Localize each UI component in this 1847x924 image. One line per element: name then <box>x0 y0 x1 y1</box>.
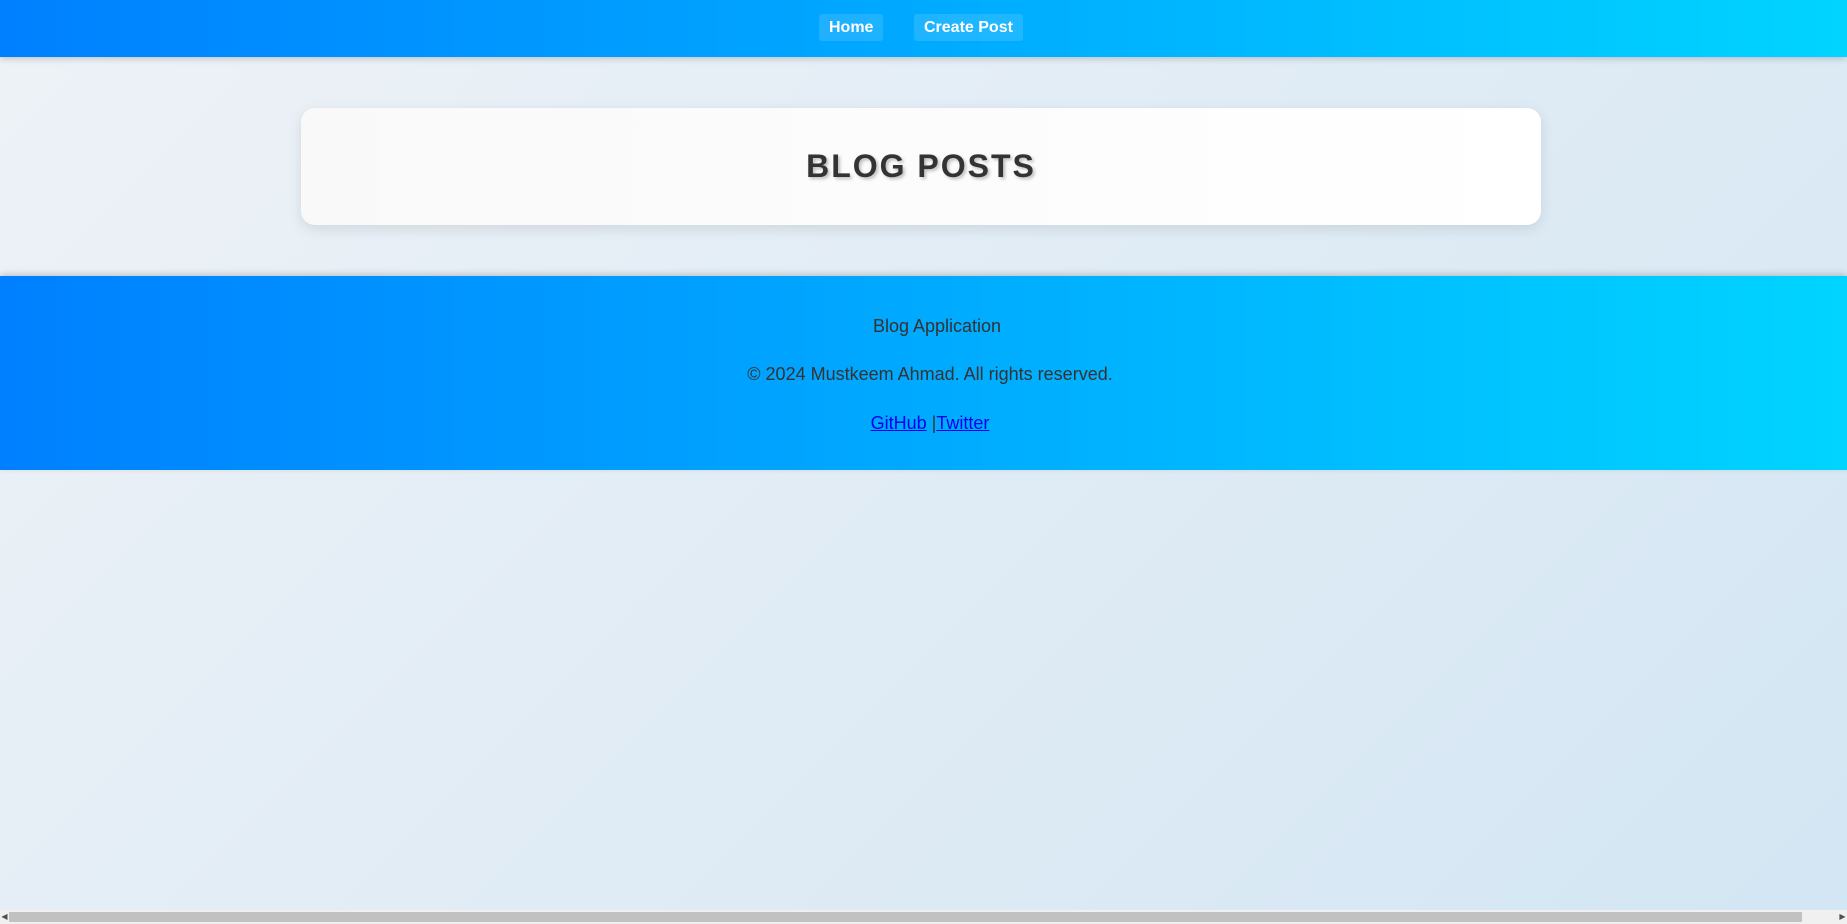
footer-copyright: © 2024 Mustkeem Ahmad. All rights reserv… <box>747 364 1113 384</box>
top-navbar: Home Create Post <box>0 0 1847 57</box>
footer-app-name: Blog Application <box>872 316 1002 336</box>
twitter-link[interactable]: Twitter <box>936 413 989 433</box>
title-card: BLOG POSTS <box>301 108 1541 225</box>
nav-home-link[interactable]: Home <box>819 14 884 41</box>
horizontal-scrollbar[interactable]: ◀ ▶ <box>0 910 1847 924</box>
footer-links: GitHub |Twitter <box>0 413 1847 434</box>
page-title: BLOG POSTS <box>806 148 1036 184</box>
nav-create-post-link[interactable]: Create Post <box>914 14 1023 41</box>
scrollbar-thumb[interactable] <box>9 912 1802 922</box>
github-link[interactable]: GitHub <box>871 413 927 433</box>
footer: Blog Application © 2024 Mustkeem Ahmad. … <box>0 276 1847 470</box>
arrow-left-icon[interactable]: ◀ <box>0 910 9 924</box>
arrow-right-icon[interactable]: ▶ <box>1838 910 1847 924</box>
